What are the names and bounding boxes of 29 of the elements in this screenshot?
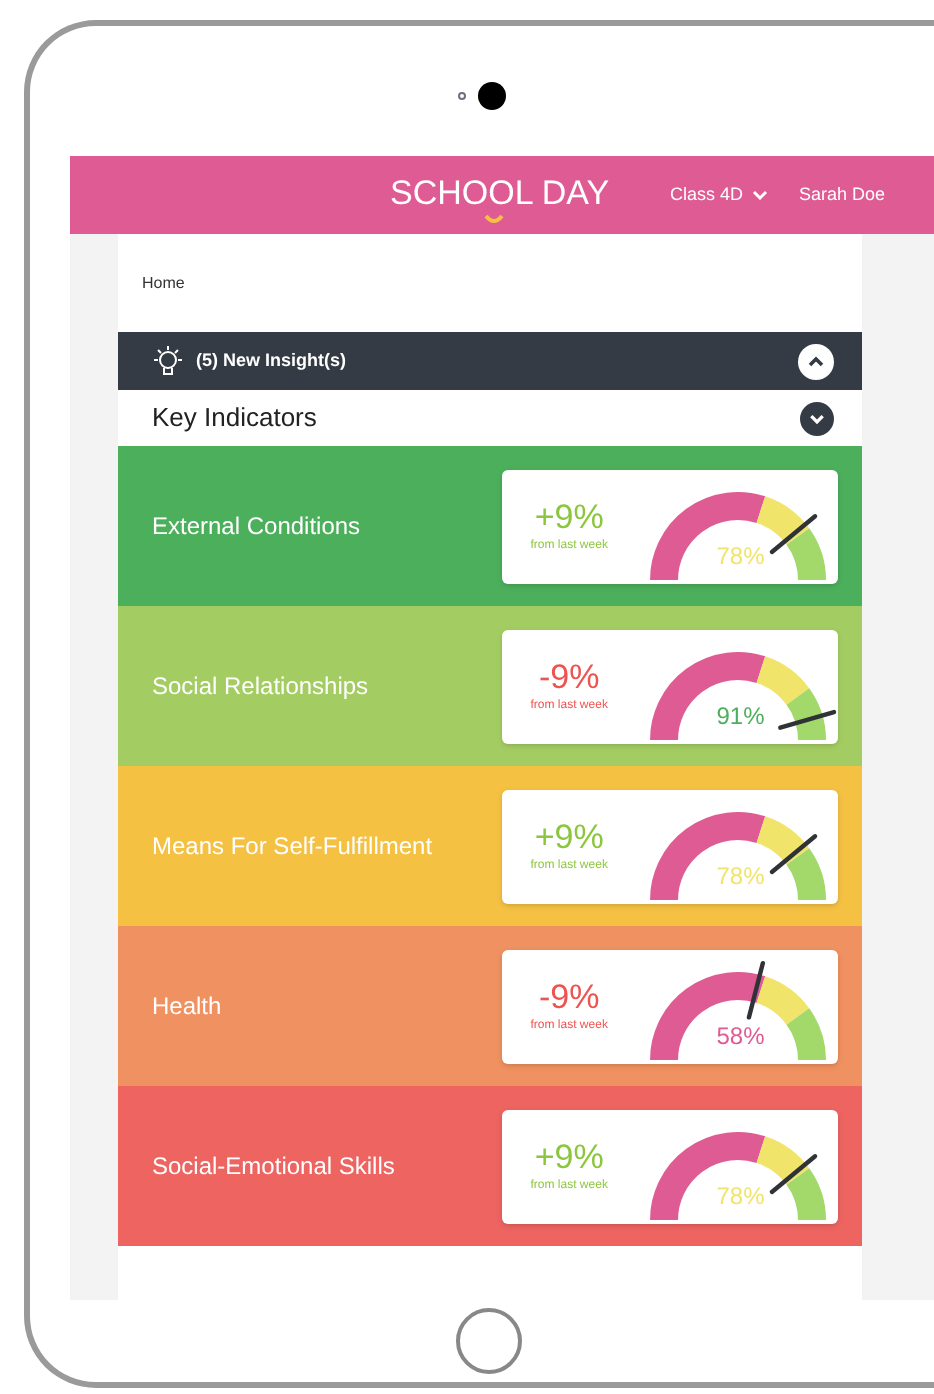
chevron-up-icon[interactable] — [798, 343, 834, 379]
caret-icon — [751, 190, 768, 200]
gauge-reading: 78% — [714, 1182, 767, 1210]
indicator-name: External Conditions — [152, 510, 361, 544]
gauge-reading: 91% — [714, 702, 767, 730]
change-value: +9% — [534, 497, 604, 537]
gauge-reading: 78% — [714, 862, 767, 890]
section-title: Key Indicators — [152, 400, 317, 437]
indicator-name: Social Relationships — [152, 670, 369, 704]
gauge-reading: 58% — [714, 1022, 767, 1050]
indicator-name: Health — [152, 990, 222, 1024]
change-value: -9% — [539, 657, 600, 697]
user-name[interactable]: Sarah Doe — [799, 181, 886, 209]
insights-bar[interactable]: (5) New Insight(s) — [118, 332, 862, 390]
change-value: +9% — [534, 817, 604, 857]
home-button[interactable] — [456, 1308, 522, 1374]
change-value: -9% — [539, 977, 600, 1017]
smile-icon — [484, 213, 504, 223]
sensor-icon — [458, 92, 466, 100]
breadcrumb-link[interactable]: Home — [142, 271, 185, 295]
class-dropdown[interactable]: Class 4D — [670, 181, 768, 209]
logo-text: SCHOOL DAY — [390, 171, 610, 213]
gauge-reading: 78% — [714, 542, 767, 570]
indicator-name: Social-Emotional Skills — [152, 1150, 395, 1184]
indicator-name: Means For Self-Fulfillment — [152, 830, 433, 864]
chevron-down-icon[interactable] — [800, 401, 834, 435]
insights-label: (5) New Insight(s) — [196, 347, 347, 374]
lightbulb-icon — [150, 343, 186, 379]
change-value: +9% — [534, 1137, 604, 1177]
